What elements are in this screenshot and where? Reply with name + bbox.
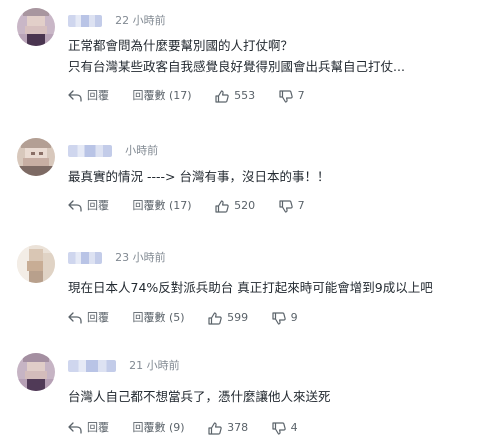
reply-arrow-icon (68, 422, 82, 434)
replies-count-button[interactable]: 回覆數 (17) (133, 197, 192, 215)
dislike-count: 7 (297, 89, 305, 102)
comment-meta: 21 小時前 (68, 355, 180, 373)
dislike-count: 7 (297, 199, 305, 212)
reply-arrow-icon (68, 200, 82, 212)
comment-text: 台灣人自己都不想當兵了，憑什麼讓他人來送死 (68, 386, 331, 407)
timestamp: 小時前 (125, 143, 159, 157)
like-count: 553 (234, 89, 256, 102)
thumbs-down-icon (271, 311, 286, 325)
dislike-count: 9 (290, 311, 298, 324)
avatar[interactable] (17, 245, 55, 283)
comment-actions: 回覆 回覆數 (17) 520 7 (68, 197, 325, 215)
reply-arrow-icon (68, 312, 82, 324)
comment-line: 只有台灣某些政客自我感覺良好覺得別國會出兵幫自己打仗... (68, 59, 405, 74)
replies-label: 回覆數 (132, 89, 166, 102)
replies-count-button[interactable]: 回覆數 (17) (133, 87, 192, 105)
thumbs-down-icon (278, 89, 293, 103)
replies-count-button[interactable]: 回覆數 (9) (133, 419, 185, 437)
thumbs-up-icon (215, 89, 229, 103)
dislike-button[interactable]: 7 (278, 87, 305, 105)
like-button[interactable]: 520 (215, 197, 255, 215)
comment-meta: 小時前 (68, 140, 158, 158)
like-button[interactable]: 553 (215, 87, 255, 105)
thumbs-up-icon (215, 199, 229, 213)
avatar[interactable] (17, 138, 55, 176)
comment-text: 最真實的情況 ----> 台灣有事，沒日本的事！！ (68, 166, 329, 187)
dislike-button[interactable]: 4 (271, 419, 298, 437)
replies-count: (17) (169, 89, 192, 102)
reply-label: 回覆 (87, 311, 109, 324)
comment-line: 台灣人自己都不想當兵了，憑什麼讓他人來送死 (68, 389, 331, 404)
comment-meta: 22 小時前 (68, 10, 166, 28)
comment-actions: 回覆 回覆數 (17) 553 7 (68, 87, 325, 105)
reply-label: 回覆 (87, 89, 109, 102)
reply-button[interactable]: 回覆 (68, 197, 109, 215)
comment-text: 正常都會問為什麼要幫別國的人打仗啊？ 只有台灣某些政客自我感覺良好覺得別國會出兵… (68, 35, 405, 77)
reply-button[interactable]: 回覆 (68, 87, 109, 105)
comment-actions: 回覆 回覆數 (5) 599 9 (68, 309, 318, 327)
reply-arrow-icon (68, 90, 82, 102)
replies-count: (17) (169, 199, 192, 212)
like-button[interactable]: 599 (208, 309, 248, 327)
username-blurred[interactable] (68, 14, 102, 27)
thumbs-down-icon (278, 199, 293, 213)
replies-count: (9) (169, 421, 185, 434)
dislike-button[interactable]: 7 (278, 197, 305, 215)
comment-meta: 23 小時前 (68, 247, 166, 265)
replies-count-button[interactable]: 回覆數 (5) (133, 309, 185, 327)
timestamp: 23 小時前 (115, 250, 166, 264)
like-count: 520 (234, 199, 256, 212)
timestamp: 21 小時前 (129, 358, 180, 372)
comment-line: 最真實的情況 ----> 台灣有事，沒日本的事！！ (68, 169, 330, 184)
reply-label: 回覆 (87, 199, 109, 212)
avatar[interactable] (17, 8, 55, 46)
reply-button[interactable]: 回覆 (68, 309, 109, 327)
dislike-count: 4 (290, 421, 298, 434)
replies-label: 回覆數 (132, 421, 166, 434)
comment-text: 現在日本人74%反對派兵助台 真正打起來時可能會增到9成以上吧 (68, 277, 433, 298)
thumbs-up-icon (208, 311, 222, 325)
reply-button[interactable]: 回覆 (68, 419, 109, 437)
username-blurred[interactable] (68, 251, 102, 264)
comment-line: 正常都會問為什麼要幫別國的人打仗啊？ (68, 38, 294, 53)
replies-label: 回覆數 (132, 311, 166, 324)
replies-label: 回覆數 (132, 199, 166, 212)
thumbs-up-icon (208, 421, 222, 435)
timestamp: 22 小時前 (115, 13, 166, 27)
thumbs-down-icon (271, 421, 286, 435)
username-blurred[interactable] (68, 144, 112, 157)
reply-label: 回覆 (87, 421, 109, 434)
comment-line: 現在日本人74%反對派兵助台 真正打起來時可能會增到9成以上吧 (68, 280, 433, 295)
like-count: 599 (227, 311, 249, 324)
replies-count: (5) (169, 311, 185, 324)
comment-actions: 回覆 回覆數 (9) 378 4 (68, 419, 318, 437)
like-button[interactable]: 378 (208, 419, 248, 437)
username-blurred[interactable] (68, 359, 116, 372)
dislike-button[interactable]: 9 (271, 309, 298, 327)
like-count: 378 (227, 421, 249, 434)
avatar[interactable] (17, 353, 55, 391)
